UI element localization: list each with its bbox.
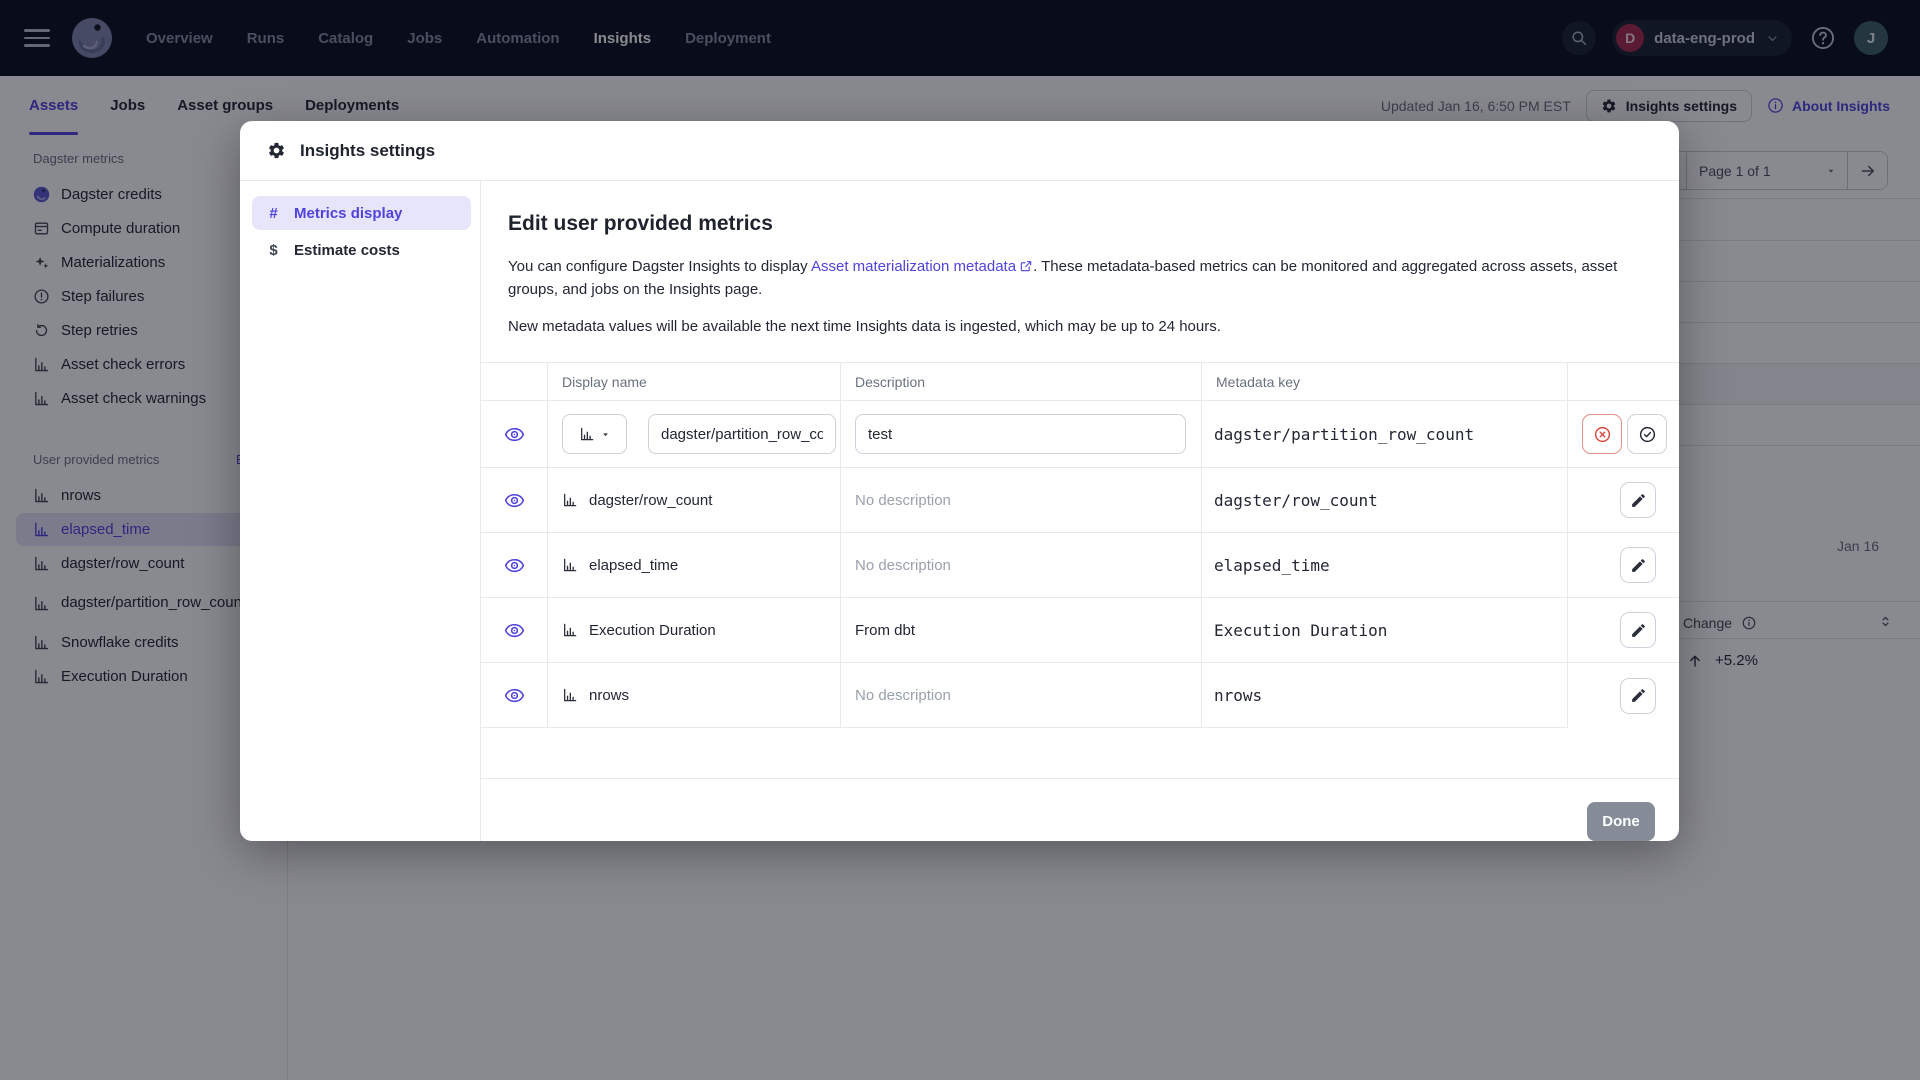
eye-icon[interactable] [504,424,525,445]
circle-x-icon [1594,426,1610,442]
metadata-key-cell: dagster/row_count [1202,468,1568,533]
dialog-heading: Edit user provided metrics [508,212,773,235]
eye-icon[interactable] [504,555,525,576]
chart-type-dropdown[interactable] [562,414,627,454]
app-window: Overview Runs Catalog Jobs Automation In… [0,0,1920,1080]
description-cell: No description [841,533,1202,598]
pencil-icon [1631,689,1645,702]
description-input[interactable] [855,414,1186,454]
metric-display-name: Execution Duration [589,621,716,639]
description-cell: From dbt [841,598,1202,663]
table-row: elapsed_time No description elapsed_time [481,533,1679,598]
circle-check-icon [1639,426,1655,442]
done-button[interactable]: Done [1587,802,1655,841]
metric-display-name: elapsed_time [589,556,679,574]
metadata-key-cell: Execution Duration [1202,598,1568,663]
dialog-title: Insights settings [300,140,436,160]
bar-chart-icon [562,492,578,508]
dialog-nav-estimate-costs[interactable]: $ Estimate costs [252,233,471,267]
visibility-column-header [481,362,548,401]
actions-cell [1568,468,1679,533]
metric-display-name: nrows [589,686,630,704]
display-name-column-header: Display name [548,362,841,401]
actions-cell [1568,598,1679,663]
metadata-key-cell: elapsed_time [1202,533,1568,598]
table-header-row: Display name Description Metadata key [481,362,1679,401]
dialog-nav: # Metrics display $ Estimate costs [240,181,481,841]
external-link-icon [1020,261,1032,272]
hash-icon: # [269,204,278,222]
eye-icon[interactable] [504,620,525,641]
table-row: nrows No description nrows [481,663,1679,728]
metadata-key-cell: nrows [1202,663,1568,728]
bar-chart-icon [562,687,578,703]
dialog-nav-metrics-display[interactable]: # Metrics display [252,196,471,230]
dialog-nav-label: Metrics display [294,204,403,222]
description-cell: No description [841,468,1202,533]
display-name-cell: dagster/row_count [548,468,841,533]
dialog-content: Edit user provided metrics You can confi… [481,181,1679,841]
actions-cell [1568,533,1679,598]
asset-materialization-metadata-link[interactable]: Asset materialization metadata [811,258,1016,275]
user-metrics-table: Display name Description Metadata key da… [481,362,1679,728]
description-column-header: Description [841,362,1202,401]
pencil-icon [1631,558,1645,572]
dialog-intro-2: New metadata values will be available th… [508,318,1221,335]
edit-metric-button[interactable] [1620,677,1656,714]
bar-chart-icon [562,622,578,638]
cancel-edit-button[interactable] [1582,414,1622,454]
dialog-header: Insights settings [240,121,1679,181]
dialog-nav-label: Estimate costs [294,241,400,259]
table-row: Execution Duration From dbt Execution Du… [481,598,1679,663]
visibility-cell [481,468,548,533]
description-cell [841,401,1202,468]
description-cell: No description [841,663,1202,728]
metric-display-name: dagster/row_count [589,491,713,509]
table-row: dagster/row_count No description dagster… [481,468,1679,533]
metadata-key-column-header: Metadata key [1202,362,1568,401]
visibility-cell [481,401,548,468]
edit-metric-button[interactable] [1620,482,1656,518]
caret-down-icon [602,432,608,436]
bar-chart-icon [580,427,593,441]
display-name-cell: nrows [548,663,841,728]
actions-cell [1568,401,1679,468]
dialog-footer: Done [481,778,1679,841]
display-name-cell: elapsed_time [548,533,841,598]
metadata-key-cell: dagster/partition_row_count [1202,401,1568,468]
insights-settings-dialog: Insights settings # Metrics display $ Es… [240,121,1679,841]
display-name-cell: Execution Duration [548,598,841,663]
dollar-icon: $ [269,241,278,259]
display-name-cell [548,401,841,468]
display-name-input[interactable] [648,414,836,454]
visibility-cell [481,598,548,663]
visibility-cell [481,533,548,598]
eye-icon[interactable] [504,685,525,706]
pencil-icon [1631,623,1645,637]
actions-cell [1568,663,1679,728]
pencil-icon [1631,493,1645,507]
gear-icon [269,142,284,159]
dialog-intro: You can configure Dagster Insights to di… [508,258,1618,298]
confirm-edit-button[interactable] [1627,414,1667,454]
edit-metric-button[interactable] [1620,547,1656,583]
visibility-cell [481,663,548,728]
table-row-editing: dagster/partition_row_count [481,401,1679,468]
edit-metric-button[interactable] [1620,612,1656,648]
eye-icon[interactable] [504,490,525,511]
actions-column-header [1568,362,1679,401]
bar-chart-icon [562,557,578,573]
